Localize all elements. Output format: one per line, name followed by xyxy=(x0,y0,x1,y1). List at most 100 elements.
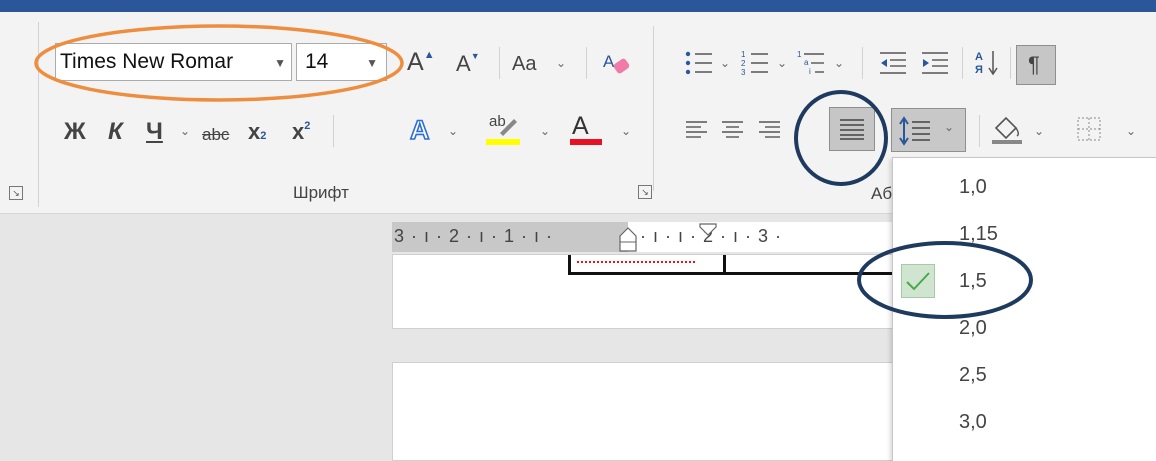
show-hide-marks-button[interactable]: ¶ xyxy=(1016,45,1056,85)
align-center-button[interactable] xyxy=(721,118,745,140)
strikethrough-icon: abc xyxy=(202,125,230,144)
chevron-down-icon[interactable]: ⌄ xyxy=(448,124,458,138)
bold-button[interactable]: Ж xyxy=(64,117,86,147)
divider xyxy=(1010,47,1011,79)
divider xyxy=(499,47,500,79)
sort-button[interactable]: A Я xyxy=(974,48,1000,78)
horizontal-ruler[interactable]: 3 · ı · 2 · ı · 1 · ı · · ı · ı · 2 · ı … xyxy=(392,222,894,252)
grow-font-button[interactable]: A▲ xyxy=(407,47,435,82)
superscript-button[interactable]: x2 xyxy=(292,117,310,151)
red-text-fragment xyxy=(577,255,695,263)
ruler-left-scale: 3 · ı · 2 · ı · 1 · ı · xyxy=(394,226,554,246)
font-dialog-launcher-icon[interactable]: ↘ xyxy=(638,185,652,199)
justify-button[interactable] xyxy=(829,107,875,151)
first-line-indent-icon[interactable] xyxy=(697,222,719,240)
sort-icon: A Я xyxy=(975,51,998,76)
superscript-index: 2 xyxy=(304,120,311,132)
font-group-label: Шрифт xyxy=(293,183,349,202)
eraser-icon: A xyxy=(603,52,630,74)
numbering-button[interactable]: 123 xyxy=(740,50,770,76)
italic-button[interactable]: К xyxy=(108,117,123,147)
align-right-button[interactable] xyxy=(758,118,782,140)
chevron-down-icon[interactable]: ⌄ xyxy=(1126,124,1136,138)
menu-item-label: 1,15 xyxy=(959,223,998,245)
line-spacing-button[interactable]: ⌄ xyxy=(891,108,966,152)
group-divider xyxy=(653,26,654,191)
borders-icon xyxy=(1077,117,1101,141)
menu-item-label: 3,0 xyxy=(959,411,987,433)
increase-indent-button[interactable] xyxy=(920,50,950,76)
chevron-down-icon[interactable]: ⌄ xyxy=(621,124,631,138)
document-page[interactable] xyxy=(392,254,895,329)
highlight-icon: ab xyxy=(489,113,506,130)
document-page-2[interactable] xyxy=(392,362,894,461)
subscript-index: 2 xyxy=(260,130,267,142)
clipboard-launcher-icon[interactable]: ↘ xyxy=(9,186,23,200)
font-name-value: Times New Romar xyxy=(60,50,234,73)
underline-button[interactable]: Ч xyxy=(146,117,163,147)
increase-indent-icon xyxy=(922,52,948,74)
align-left-button[interactable] xyxy=(685,118,709,140)
line-spacing-menu: 1,0 1,15 1,5 2,0 2,5 3,0 xyxy=(892,157,1156,461)
strikethrough-button[interactable]: abc xyxy=(202,120,229,150)
menu-item-3-0[interactable]: 3,0 xyxy=(893,399,1156,445)
menu-item-label: 2,0 xyxy=(959,317,987,339)
menu-item-1-5[interactable]: 1,5 xyxy=(893,258,1156,304)
menu-item-1-15[interactable]: 1,15 xyxy=(893,211,1156,257)
shrink-font-button[interactable]: A▼ xyxy=(456,49,480,83)
highlight-button[interactable]: ab xyxy=(486,113,520,147)
paragraph-group-label: Аб xyxy=(871,184,893,203)
chevron-down-icon[interactable]: ▼ xyxy=(274,45,286,80)
chevron-down-icon[interactable]: ⌄ xyxy=(540,124,550,138)
bullets-button[interactable] xyxy=(684,50,714,76)
shading-button[interactable] xyxy=(990,112,1024,146)
grow-font-icon: A xyxy=(407,48,424,76)
chevron-down-icon[interactable]: ⌄ xyxy=(720,56,730,70)
indent-marker-icon[interactable] xyxy=(618,222,640,252)
paint-bucket-icon xyxy=(992,116,1022,144)
divider xyxy=(979,115,980,147)
font-color-icon: A xyxy=(572,112,589,140)
divider xyxy=(862,47,863,79)
menu-item-2-0[interactable]: 2,0 xyxy=(893,305,1156,351)
text-effects-button[interactable]: A xyxy=(408,113,436,145)
clear-formatting-button[interactable]: A xyxy=(601,49,635,79)
table-cell xyxy=(723,255,895,275)
italic-icon: К xyxy=(108,118,123,145)
change-case-button[interactable]: Aa xyxy=(512,49,536,79)
pilcrow-icon: ¶ xyxy=(1028,52,1040,77)
superscript-icon: x xyxy=(292,119,305,144)
chevron-down-icon[interactable]: ⌄ xyxy=(1034,124,1044,138)
menu-item-2-5[interactable]: 2,5 xyxy=(893,352,1156,398)
chevron-down-icon[interactable]: ⌄ xyxy=(944,120,954,134)
checkmark-icon xyxy=(901,264,935,298)
font-size-combobox[interactable]: 14 ▼ xyxy=(296,43,387,81)
menu-item-label: 1,0 xyxy=(959,176,987,198)
borders-button[interactable] xyxy=(1076,116,1102,142)
menu-item-1-0[interactable]: 1,0 xyxy=(893,164,1156,210)
subscript-button[interactable]: x2 xyxy=(248,117,266,151)
text-effects-icon: A xyxy=(409,114,430,145)
bold-icon: Ж xyxy=(64,118,86,145)
multilevel-list-button[interactable]: 1ai xyxy=(796,50,826,76)
chevron-down-icon[interactable]: ⌄ xyxy=(777,56,787,70)
chevron-down-icon[interactable]: ⌄ xyxy=(556,56,566,70)
align-left-icon xyxy=(686,121,707,138)
numbering-icon: 123 xyxy=(741,50,768,76)
svg-text:1: 1 xyxy=(797,50,802,59)
multilevel-list-icon: 1ai xyxy=(797,50,824,76)
svg-text:A: A xyxy=(603,52,615,71)
chevron-down-icon[interactable]: ⌄ xyxy=(180,124,190,138)
chevron-down-icon[interactable]: ▼ xyxy=(366,45,378,81)
svg-text:A: A xyxy=(975,51,983,63)
change-case-icon: Aa xyxy=(512,53,537,75)
font-size-value: 14 xyxy=(305,50,329,73)
svg-text:3: 3 xyxy=(741,68,746,76)
subscript-icon: x xyxy=(248,119,261,144)
decrease-indent-button[interactable] xyxy=(878,50,908,76)
shrink-font-icon: A xyxy=(456,51,471,76)
font-name-combobox[interactable]: Times New Romar ▼ xyxy=(55,43,292,81)
divider xyxy=(962,47,963,79)
menu-item-label: 1,5 xyxy=(959,270,987,292)
chevron-down-icon[interactable]: ⌄ xyxy=(834,56,844,70)
